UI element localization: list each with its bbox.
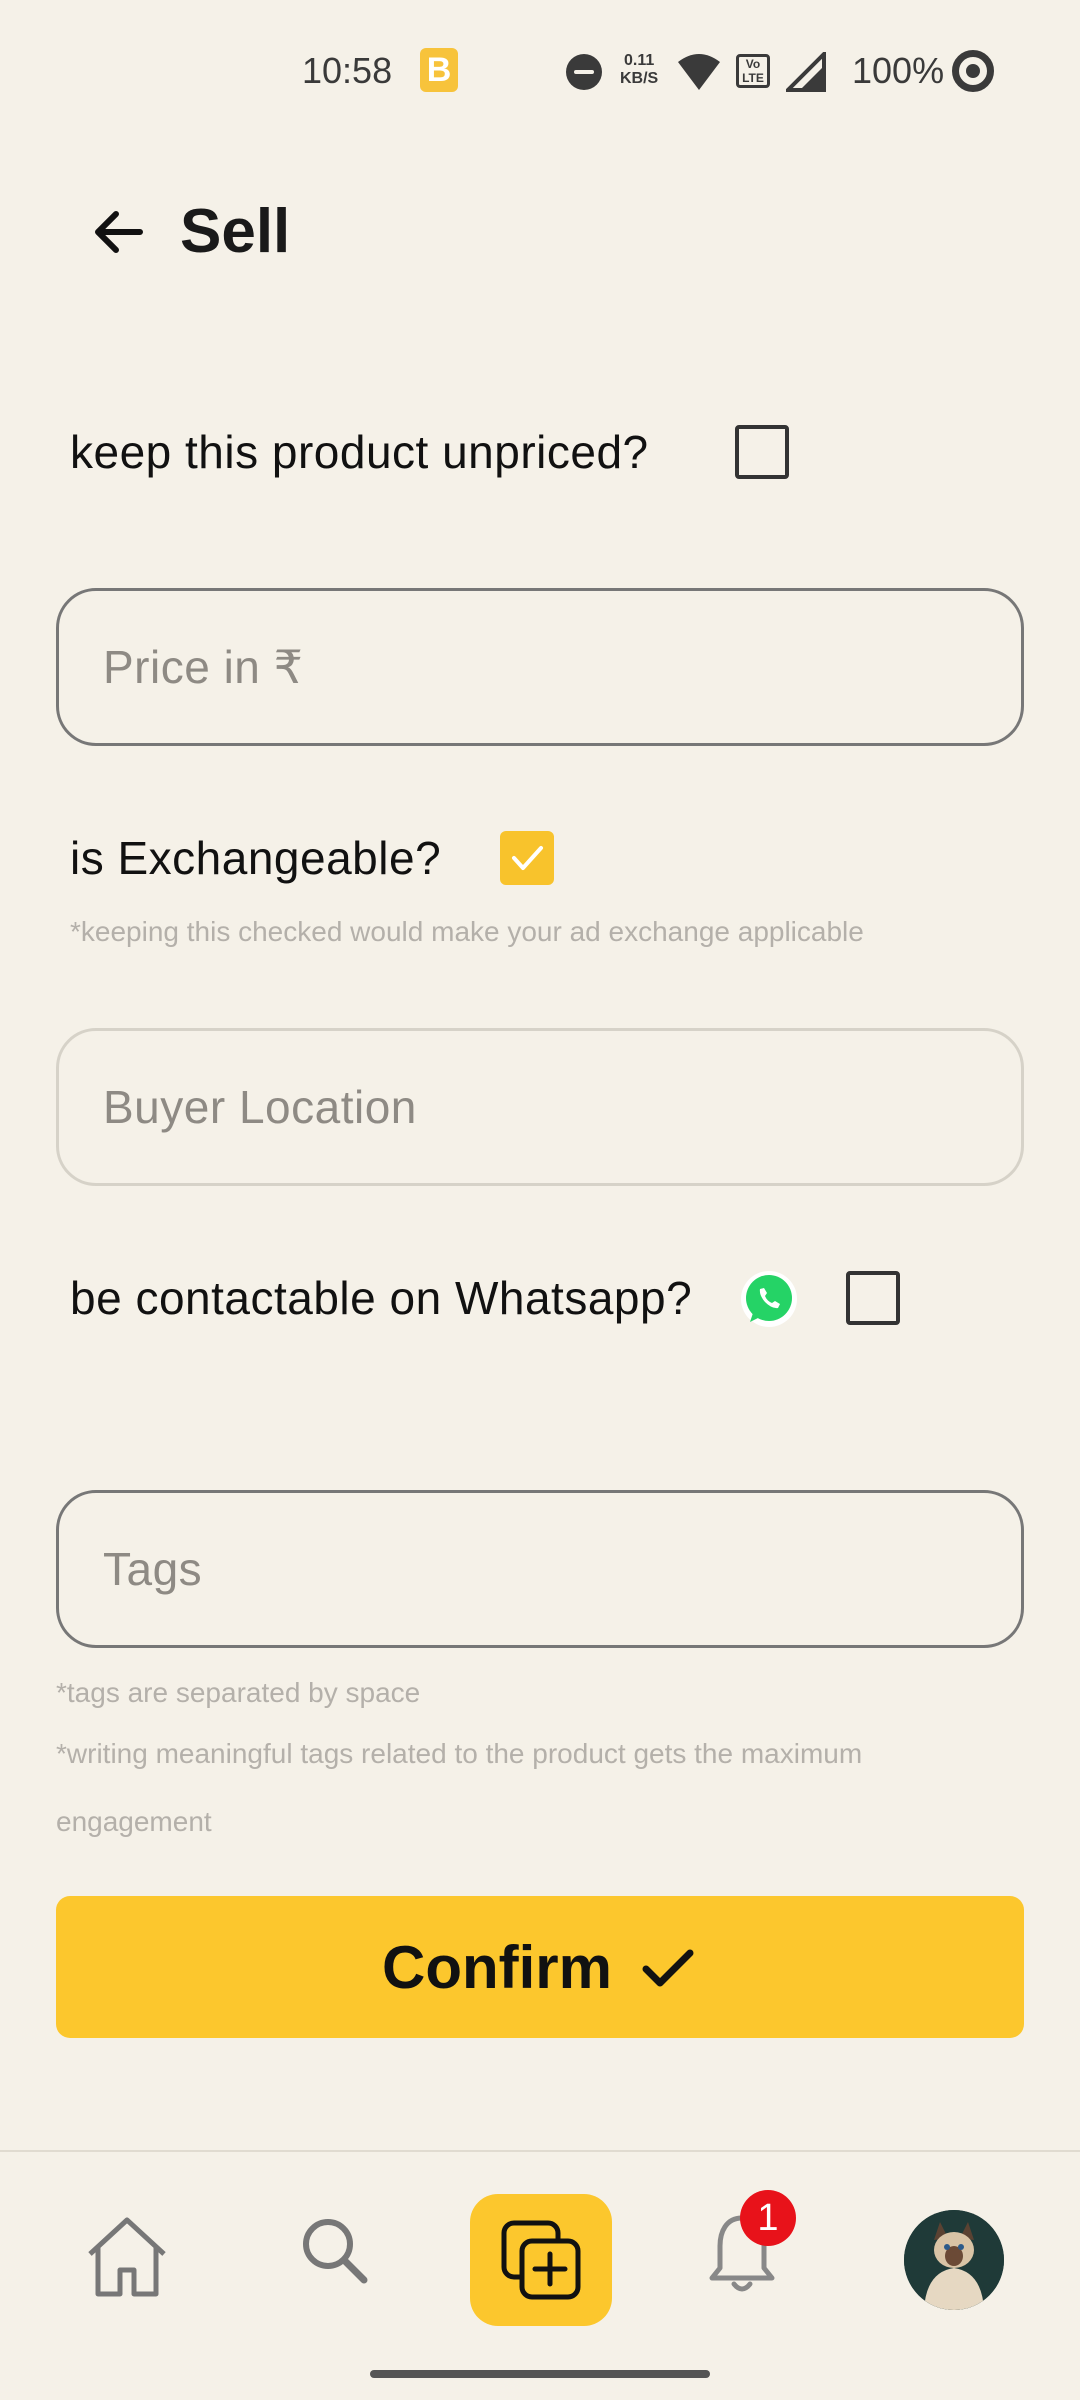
add-post-button[interactable] (470, 2194, 612, 2326)
battery-level: 100% (852, 50, 945, 91)
confirm-label: Confirm (382, 1933, 612, 2001)
whatsapp-label: be contactable on Whatsapp? (70, 1272, 693, 1324)
unpriced-label: keep this product unpriced? (70, 426, 649, 478)
cat-avatar-image (904, 2210, 1004, 2310)
bottom-nav-divider (0, 2150, 1080, 2152)
confirm-button[interactable]: Confirm (56, 1896, 1024, 2038)
exchange-hint: *keeping this checked would make your ad… (70, 916, 864, 947)
volte-icon: Vo LTE (736, 54, 770, 88)
search-icon[interactable] (300, 2216, 370, 2286)
do-not-disturb-icon (566, 54, 602, 90)
exchangeable-checkbox[interactable] (500, 831, 554, 885)
network-speed: 0.11 KB/S (620, 52, 658, 88)
focus-mode-icon (952, 50, 994, 92)
whatsapp-icon (741, 1271, 797, 1327)
price-input[interactable] (59, 591, 1021, 743)
wifi-icon (678, 54, 720, 90)
whatsapp-checkbox[interactable] (846, 1271, 900, 1325)
app-notification-icon: B (420, 48, 458, 92)
tags-hint-meaningful-cont: engagement (56, 1806, 212, 1837)
buyer-location-field[interactable] (56, 1028, 1024, 1186)
status-bar: 10:58 B 0.11 KB/S Vo LTE 100% (0, 0, 1080, 140)
exchangeable-label: is Exchangeable? (70, 832, 442, 884)
tags-field[interactable] (56, 1490, 1024, 1648)
buyer-location-input[interactable] (59, 1031, 1021, 1183)
status-time: 10:58 (302, 50, 393, 91)
tags-input[interactable] (59, 1493, 1021, 1645)
page-title: Sell (180, 197, 291, 266)
add-post-icon (501, 2220, 581, 2300)
network-speed-value: 0.11 (623, 52, 655, 69)
checkmark-icon (642, 1949, 694, 1987)
gesture-home-bar[interactable] (370, 2370, 710, 2378)
unpriced-checkbox[interactable] (735, 425, 789, 479)
price-field[interactable] (56, 588, 1024, 746)
back-arrow-icon[interactable] (84, 196, 156, 268)
tags-hint-separator: *tags are separated by space (56, 1677, 421, 1708)
signal-icon (786, 52, 826, 92)
checkmark-icon (512, 846, 543, 870)
notification-badge: 1 (740, 2190, 796, 2246)
network-speed-unit: KB/S (620, 70, 659, 87)
tags-hint-meaningful: *writing meaningful tags related to the … (56, 1738, 863, 1769)
home-icon[interactable] (84, 2214, 170, 2300)
profile-avatar[interactable] (904, 2210, 1004, 2310)
